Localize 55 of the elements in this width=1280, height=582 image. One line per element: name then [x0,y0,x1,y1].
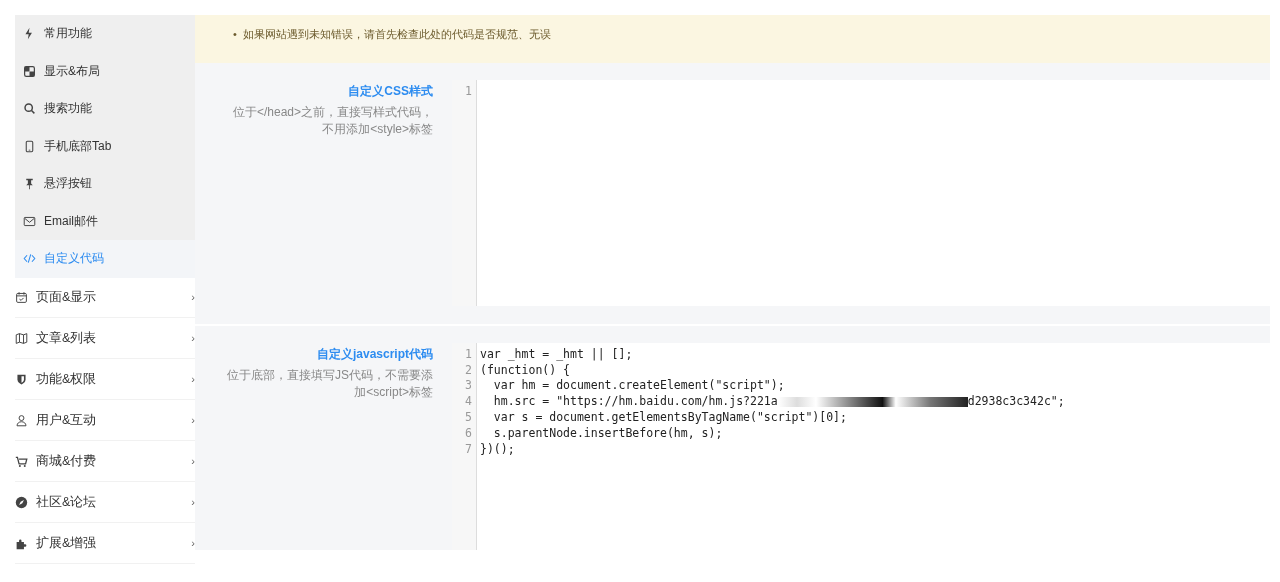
group-label: 功能&权限 [36,370,98,388]
group-label: 商城&付费 [36,452,98,470]
sidebar-item[interactable]: 显示&布局 [15,52,195,90]
code-icon [23,252,36,266]
line-number: 5 [464,410,472,426]
chevron-icon: › [191,332,195,344]
sidebar-item[interactable]: 手机底部Tab [15,127,195,165]
group-label: 扩展&增强 [36,534,98,552]
search-icon [23,102,36,116]
line-number: 4 [464,394,472,411]
section-title: 自定义javascript代码 [315,345,433,363]
section-title: 自定义CSS样式 [347,82,433,100]
section-description: 位于底部，直接填写JS代码，不需要添加<script>标签 [226,366,433,401]
sidebar-item[interactable]: 常用功能 [15,15,195,53]
section-description: 位于</head>之前，直接写样式代码，不用添加<style>标签 [231,103,433,138]
notice-text: 如果网站遇到未知错误，请首先检查此处的代码是否规范、无误 [242,27,551,42]
mail-icon [23,214,36,228]
code-line: var _hmt = _hmt || []; [480,346,634,363]
code-line: var hm = document.createElement("script"); [492,378,786,395]
chevron-icon: › [191,496,195,508]
group-label: 用户&互动 [36,411,98,429]
map-icon [15,331,28,345]
chevron-icon: › [191,414,195,426]
cart-icon [15,454,28,468]
group-label: 社区&论坛 [36,493,98,511]
code-line: var s = document.getElementsByTagName("script")[0]; [492,410,848,426]
line-number: 3 [464,378,472,395]
sidebar-item[interactable]: Email邮件 [15,202,195,240]
compass-icon [15,495,28,509]
code-line: s.parentNode.insertBefore(hm, s); [492,425,724,442]
pin-icon [23,177,36,191]
chevron-icon: › [191,455,195,467]
sidebar-item[interactable]: 搜索功能 [15,90,195,128]
line-number: 7 [464,441,472,458]
sidebar-group[interactable]: 扩展&增强 › [15,523,195,564]
line-number: 1 [464,83,472,100]
code-line: (function() { [480,362,571,379]
phone-icon [23,139,36,153]
group-label: 页面&显示 [36,288,98,306]
chevron-icon: › [191,373,195,385]
code-line: hm.src = "https://hm.baidu.com/hm.js?221a [492,394,778,409]
group-label: 文章&列表 [36,329,98,347]
chevron-icon: › [191,537,195,549]
calendar-icon [15,290,28,304]
code-line: })(); [480,441,516,458]
chevron-icon: › [191,291,195,303]
line-number: 1 [464,346,472,363]
line-number: 6 [464,425,472,442]
code-line: d2938c3c342c"; [967,394,1065,409]
bullet-icon: • [233,26,237,42]
line-number: 2 [464,362,472,379]
user-icon [15,413,28,427]
sidebar-item[interactable]: 悬浮按钮 [15,165,195,203]
layout-icon [23,64,36,78]
shield-icon [15,372,28,386]
